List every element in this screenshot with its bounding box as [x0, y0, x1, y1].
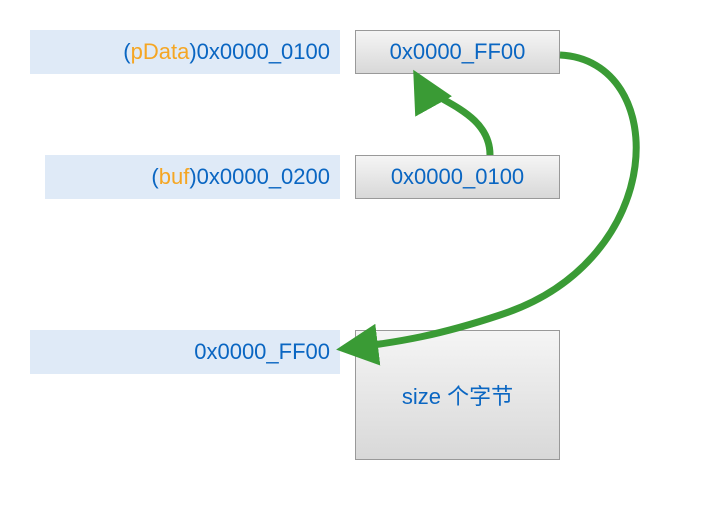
label-pdata: (pData) 0x0000_0100 — [30, 30, 340, 74]
value-buf: 0x0000_0100 — [355, 155, 560, 199]
value-buf-text: 0x0000_0100 — [391, 164, 524, 190]
arrow-pdata-to-memory — [350, 55, 636, 348]
var-pdata: pData — [131, 39, 190, 65]
paren-close: ) — [189, 39, 196, 65]
paren-close-2: ) — [189, 164, 196, 190]
addr-memory: 0x0000_FF00 — [194, 339, 330, 365]
addr-pdata: 0x0000_0100 — [197, 39, 330, 65]
var-buf: buf — [159, 164, 190, 190]
addr-buf: 0x0000_0200 — [197, 164, 330, 190]
value-pdata-text: 0x0000_FF00 — [390, 39, 526, 65]
arrow-buf-to-pdata — [420, 82, 490, 155]
value-pdata: 0x0000_FF00 — [355, 30, 560, 74]
label-memory: 0x0000_FF00 — [30, 330, 340, 374]
paren-open-2: ( — [151, 164, 158, 190]
paren-open: ( — [123, 39, 130, 65]
label-buf: (buf) 0x0000_0200 — [45, 155, 340, 199]
value-memory: size 个字节 — [355, 330, 560, 460]
value-memory-text: size 个字节 — [402, 379, 513, 411]
